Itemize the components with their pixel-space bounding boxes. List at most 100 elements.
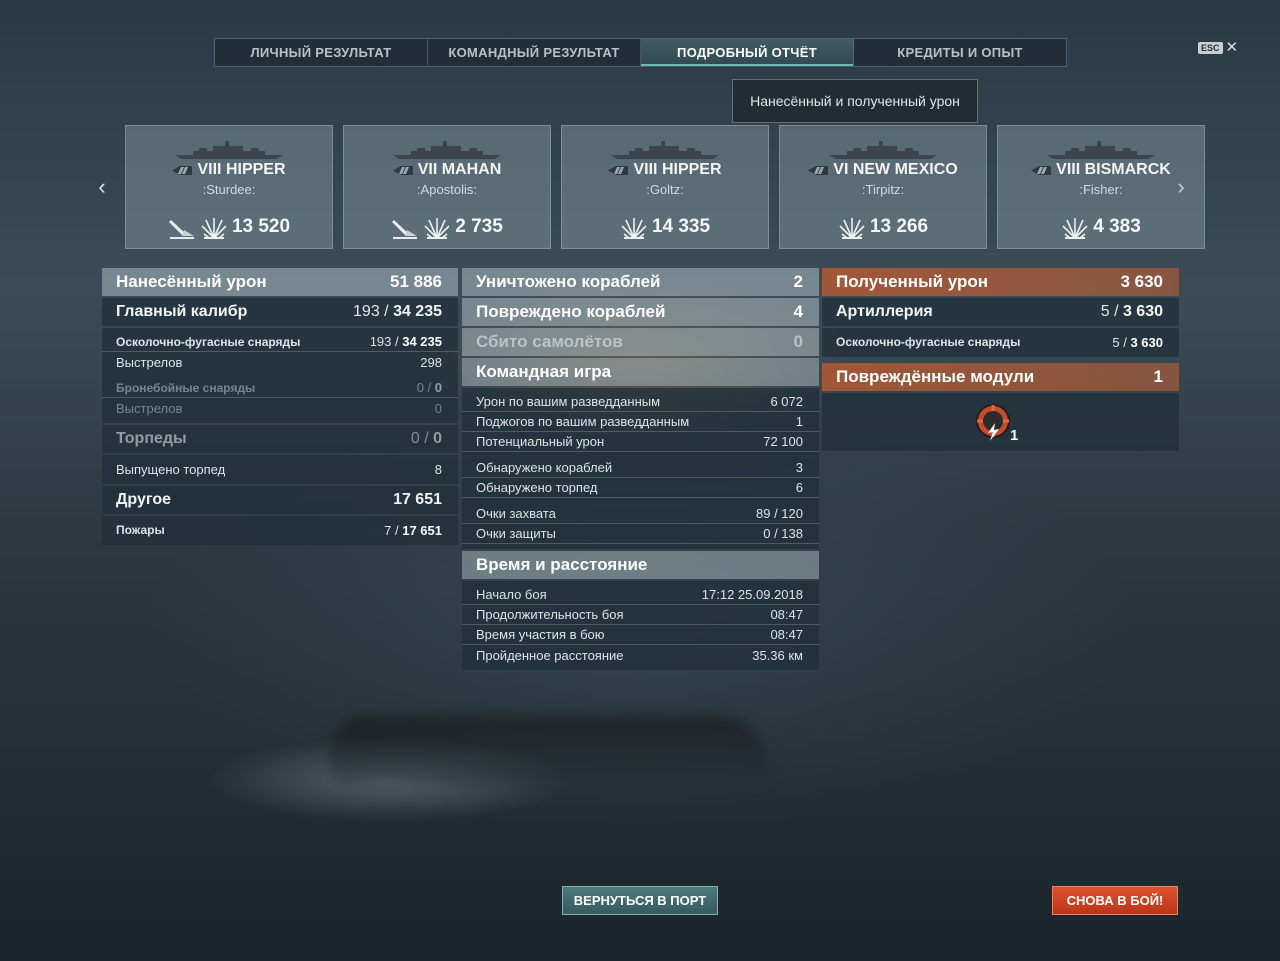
dealt-damage-panel: Нанесённый урон 51 886 Главный калибр 19… — [102, 268, 458, 547]
ships-damaged-row: Повреждено кораблей 4 — [462, 298, 819, 326]
ship-name: VIII HIPPER — [633, 161, 722, 178]
teamplay-block: Урон по вашим разведданным 6 072 Поджогов… — [462, 388, 819, 549]
received-damage-panel: Полученный урон 3 630 Артиллерия 5 / 3 6… — [822, 268, 1179, 451]
planes-shot-down-row: Сбито самолётов 0 — [462, 328, 819, 356]
battle-start-row: Начало боя 17:12 25.09.2018 — [462, 585, 819, 605]
ship-silhouette-icon — [829, 141, 937, 159]
ship-damage: 13 520 — [231, 216, 291, 237]
ship-name: VII MAHAN — [417, 161, 502, 178]
defense-points-row: Очки защиты 0 / 138 — [462, 524, 819, 544]
chevron-left-icon[interactable]: ‹ — [94, 176, 110, 198]
ap-shots-row: Выстрелов 0 — [116, 400, 442, 416]
player-name: :Fisher: — [1079, 182, 1123, 197]
other-value: 17 651 — [393, 491, 442, 508]
ship-class-icon — [392, 165, 413, 175]
torpedoes-value: 0 / 0 — [410, 430, 442, 447]
he-shots-row: Выстрелов 298 — [116, 354, 442, 370]
ship-name: VIII BISMARCK — [1056, 161, 1171, 178]
time-distance-header: Время и расстояние — [462, 551, 819, 579]
results-tabs: ЛИЧНЫЙ РЕЗУЛЬТАТ КОМАНДНЫЙ РЕЗУЛЬТАТ ПОД… — [214, 38, 1067, 67]
received-shells-block: Осколочно-фугасные снаряды 5 / 3 630 — [822, 328, 1179, 357]
torpedo-hit-icon — [392, 220, 418, 239]
received-he-row: Осколочно-фугасные снаряды 5 / 3 630 — [836, 334, 1163, 350]
dealt-damage-header: Нанесённый урон 51 886 — [102, 268, 458, 296]
spotting-damage-row: Урон по вашим разведданным 6 072 — [462, 392, 819, 412]
distance-row: Пройденное расстояние 35.36 км — [476, 647, 803, 663]
tab-personal-result[interactable]: ЛИЧНЫЙ РЕЗУЛЬТАТ — [215, 39, 428, 66]
ship-damage: 13 266 — [869, 216, 929, 237]
artillery-row: Артиллерия 5 / 3 630 — [822, 298, 1179, 326]
torpedoes-block: Выпущено торпед 8 — [102, 455, 458, 484]
ship-silhouette-icon — [1047, 141, 1155, 159]
ship-silhouette-icon — [611, 141, 719, 159]
ship-damage: 14 335 — [651, 216, 711, 237]
ship-card[interactable]: VI NEW MEXICO :Tirpitz: 13 266 — [779, 125, 987, 249]
ap-shells-row: Бронебойные снаряды 0 / 0 — [102, 378, 458, 398]
ship-card[interactable]: VIII HIPPER :Sturdee: 13 520 — [125, 125, 333, 249]
teamplay-header: Командная игра — [462, 358, 819, 386]
capture-points-row: Очки захвата 89 / 120 — [462, 504, 819, 524]
return-to-port-button[interactable]: ВЕРНУТЬСЯ В ПОРТ — [562, 886, 718, 915]
ship-class-icon — [1031, 165, 1052, 175]
tab-detailed-report[interactable]: ПОДРОБНЫЙ ОТЧЁТ — [641, 39, 854, 66]
background-ship — [330, 715, 770, 785]
explosion-icon — [424, 218, 450, 239]
close-button[interactable]: ESC ✕ — [1198, 40, 1239, 55]
ship-name: VIII HIPPER — [197, 161, 286, 178]
tooltip: Нанесённый и полученный урон — [732, 79, 978, 123]
ship-card[interactable]: VIII BISMARCK :Fisher: 4 383 — [997, 125, 1205, 249]
battle-stats-panel: Уничтожено кораблей 2 Повреждено корабле… — [462, 268, 819, 672]
tab-credits-and-xp[interactable]: КРЕДИТЫ И ОПЫТ — [854, 39, 1066, 66]
ship-silhouette-icon — [393, 141, 501, 159]
other-row: Другое 17 651 — [102, 486, 458, 514]
torpedoes-row: Торпеды 0 / 0 — [102, 425, 458, 453]
fires-row: Пожары 7 / 17 651 — [116, 522, 442, 538]
engine-damage-icon — [976, 404, 1010, 441]
close-icon[interactable]: ✕ — [1226, 40, 1239, 55]
ship-name: VI NEW MEXICO — [833, 161, 958, 178]
battle-duration-row: Продолжительность боя 08:47 — [462, 605, 819, 625]
ship-damage: 4 383 — [1093, 216, 1141, 237]
explosion-icon — [621, 218, 647, 239]
torpedo-hit-icon — [168, 220, 194, 239]
player-name: :Apostolis: — [417, 182, 477, 197]
ship-class-icon — [172, 165, 193, 175]
ship-silhouette-icon — [175, 141, 283, 159]
module-count: 1 — [1010, 427, 1019, 444]
time-distance-block: Начало боя 17:12 25.09.2018 Продолжительн… — [462, 581, 819, 670]
ship-class-icon — [808, 165, 829, 175]
ship-card[interactable]: VII MAHAN :Apostolis: 2 735 — [343, 125, 551, 249]
torpedoes-label: Торпеды — [116, 430, 187, 447]
received-damage-header: Полученный урон 3 630 — [822, 268, 1179, 296]
player-name: :Goltz: — [646, 182, 684, 197]
shells-block: Осколочно-фугасные снаряды 193 / 34 235 … — [102, 328, 458, 423]
main-battery-label: Главный калибр — [116, 303, 248, 320]
participation-time-row: Время участия в бою 08:47 — [462, 625, 819, 645]
damaged-modules-header: Повреждённые модули 1 — [822, 363, 1179, 391]
main-battery-row: Главный калибр 193 / 34 235 — [102, 298, 458, 326]
player-name: :Tirpitz: — [861, 182, 905, 197]
spotting-fires-row: Поджогов по вашим разведданным 1 — [462, 412, 819, 432]
ship-class-icon — [608, 165, 629, 175]
dealt-damage-value: 51 886 — [390, 272, 442, 291]
ships-spotted-row: Обнаружено кораблей 3 — [462, 458, 819, 478]
ship-damage: 2 735 — [455, 216, 503, 237]
tab-team-result[interactable]: КОМАНДНЫЙ РЕЗУЛЬТАТ — [428, 39, 641, 66]
battle-again-button[interactable]: СНОВА В БОЙ! — [1052, 886, 1178, 915]
player-name: :Sturdee: — [202, 182, 256, 197]
esc-key-label: ESC — [1198, 42, 1223, 54]
ships-destroyed-row: Уничтожено кораблей 2 — [462, 268, 819, 296]
dealt-damage-label: Нанесённый урон — [116, 272, 267, 291]
torpedoes-fired-row: Выпущено торпед 8 — [116, 461, 442, 477]
fires-block: Пожары 7 / 17 651 — [102, 516, 458, 545]
explosion-icon — [1062, 218, 1088, 239]
main-battery-value: 193 / 34 235 — [353, 303, 442, 320]
damaged-modules-block: 1 — [822, 393, 1179, 451]
torpedoes-spotted-row: Обнаружено торпед 6 — [462, 478, 819, 498]
he-shells-row: Осколочно-фугасные снаряды 193 / 34 235 — [102, 332, 458, 352]
explosion-icon — [201, 218, 227, 239]
ship-card[interactable]: VIII HIPPER :Goltz: 14 335 — [561, 125, 769, 249]
potential-damage-row: Потенциальный урон 72 100 — [462, 432, 819, 452]
other-label: Другое — [116, 491, 171, 508]
explosion-icon — [839, 218, 865, 239]
